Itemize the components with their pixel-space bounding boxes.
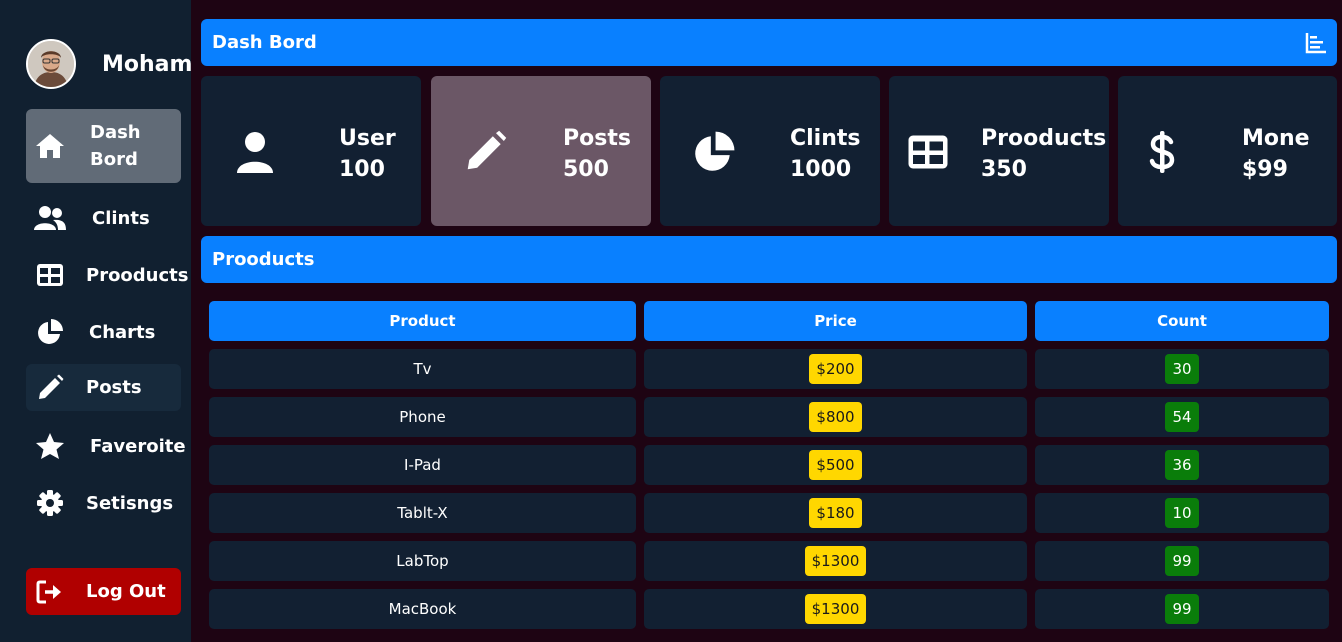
- price-badge: $500: [809, 450, 862, 480]
- star-icon: [26, 432, 74, 460]
- pie-chart-icon: [26, 318, 74, 346]
- table-cell-price: $800: [644, 397, 1027, 437]
- gear-icon: [26, 489, 74, 517]
- table-cell-count: 99: [1035, 541, 1329, 581]
- avatar[interactable]: [26, 39, 76, 89]
- sidebar-item-label: Prooducts: [86, 264, 189, 286]
- table-cell-price: $1300: [644, 589, 1027, 629]
- dollar-icon: [1138, 128, 1186, 176]
- column-header-count[interactable]: Count: [1035, 301, 1329, 341]
- stat-card-value: $99: [1242, 157, 1288, 182]
- table-cell-count: 10: [1035, 493, 1329, 533]
- price-badge: $1300: [804, 594, 867, 624]
- profile-name: Mohamed: [102, 51, 191, 77]
- table-cell-product: Tablt-X: [209, 493, 636, 533]
- stat-card-label: User: [339, 126, 396, 151]
- sidebar-item-prooducts[interactable]: Prooducts: [26, 252, 189, 298]
- dashboard-header: Dash Bord: [201, 19, 1337, 66]
- logout-label: Log Out: [86, 581, 166, 602]
- stat-card-value: 500: [563, 157, 609, 182]
- stat-card-clints[interactable]: Clints 1000: [660, 76, 880, 226]
- table-cell-price: $1300: [644, 541, 1027, 581]
- stat-card-mone[interactable]: Mone $99: [1118, 76, 1337, 226]
- logout-icon: [26, 580, 74, 604]
- price-badge: $180: [809, 498, 862, 528]
- table-cell-count: 99: [1035, 589, 1329, 629]
- count-badge: 10: [1165, 498, 1199, 528]
- sidebar-item-charts[interactable]: Charts: [26, 309, 181, 355]
- page-title: Dash Bord: [212, 32, 317, 53]
- table-cell-product: MacBook: [209, 589, 636, 629]
- sidebar-item-dashboard[interactable]: Dash Bord: [26, 109, 181, 183]
- sidebar-item-label: Faveroite: [90, 435, 186, 457]
- stat-card-value: 1000: [790, 157, 852, 182]
- stat-card-label: Prooducts: [981, 126, 1107, 151]
- table-cell-product: I-Pad: [209, 445, 636, 485]
- table-cell-price: $180: [644, 493, 1027, 533]
- sidebar-item-label: Clints: [92, 207, 150, 229]
- table-cell-product: LabTop: [209, 541, 636, 581]
- stat-card-users[interactable]: User 100: [201, 76, 421, 226]
- count-badge: 30: [1165, 354, 1199, 384]
- sidebar-item-clints[interactable]: Clints: [26, 195, 181, 241]
- price-badge: $200: [809, 354, 862, 384]
- table-cell-count: 30: [1035, 349, 1329, 389]
- table-cell-count: 36: [1035, 445, 1329, 485]
- logout-button[interactable]: Log Out: [26, 568, 181, 615]
- users-icon: [26, 205, 74, 231]
- sidebar-item-setisngs[interactable]: Setisngs: [26, 480, 181, 526]
- count-badge: 99: [1165, 594, 1199, 624]
- stat-card-value: 100: [339, 157, 385, 182]
- table-cell-product: Phone: [209, 397, 636, 437]
- sidebar-item-label: Setisngs: [86, 492, 174, 514]
- table-cell-price: $500: [644, 445, 1027, 485]
- stat-card-label: Posts: [563, 126, 631, 151]
- bar-chart-icon[interactable]: [1305, 32, 1327, 59]
- pencil-icon: [461, 128, 509, 176]
- table-icon: [904, 128, 952, 176]
- stat-card-label: Mone: [1242, 126, 1310, 151]
- section-title: Prooducts: [212, 249, 315, 270]
- count-badge: 54: [1165, 402, 1199, 432]
- home-icon: [26, 133, 74, 159]
- stat-card-prooducts[interactable]: Prooducts 350: [889, 76, 1109, 226]
- stat-card-posts[interactable]: Posts 500: [431, 76, 651, 226]
- table-cell-product: Tv: [209, 349, 636, 389]
- count-badge: 36: [1165, 450, 1199, 480]
- price-badge: $800: [809, 402, 862, 432]
- column-header-price[interactable]: Price: [644, 301, 1027, 341]
- stat-card-label: Clints: [790, 126, 861, 151]
- table-cell-price: $200: [644, 349, 1027, 389]
- price-badge: $1300: [804, 546, 867, 576]
- count-badge: 99: [1165, 546, 1199, 576]
- column-header-product[interactable]: Product: [209, 301, 636, 341]
- stat-card-value: 350: [981, 157, 1027, 182]
- sidebar: Mohamed Dash Bord Clints Prooducts Chart…: [0, 0, 191, 642]
- user-icon: [231, 128, 279, 176]
- sidebar-item-label: Charts: [89, 321, 156, 343]
- sidebar-item-label: Posts: [86, 377, 142, 398]
- table-icon: [26, 263, 74, 287]
- profile: Mohamed: [26, 39, 191, 89]
- sidebar-item-faveroite[interactable]: Faveroite: [26, 423, 186, 469]
- sidebar-item-posts[interactable]: Posts: [26, 364, 181, 411]
- pie-chart-icon: [690, 128, 738, 176]
- pencil-icon: [26, 374, 74, 402]
- products-header: Prooducts: [201, 236, 1337, 283]
- sidebar-item-label: Dash Bord: [90, 122, 141, 170]
- table-cell-count: 54: [1035, 397, 1329, 437]
